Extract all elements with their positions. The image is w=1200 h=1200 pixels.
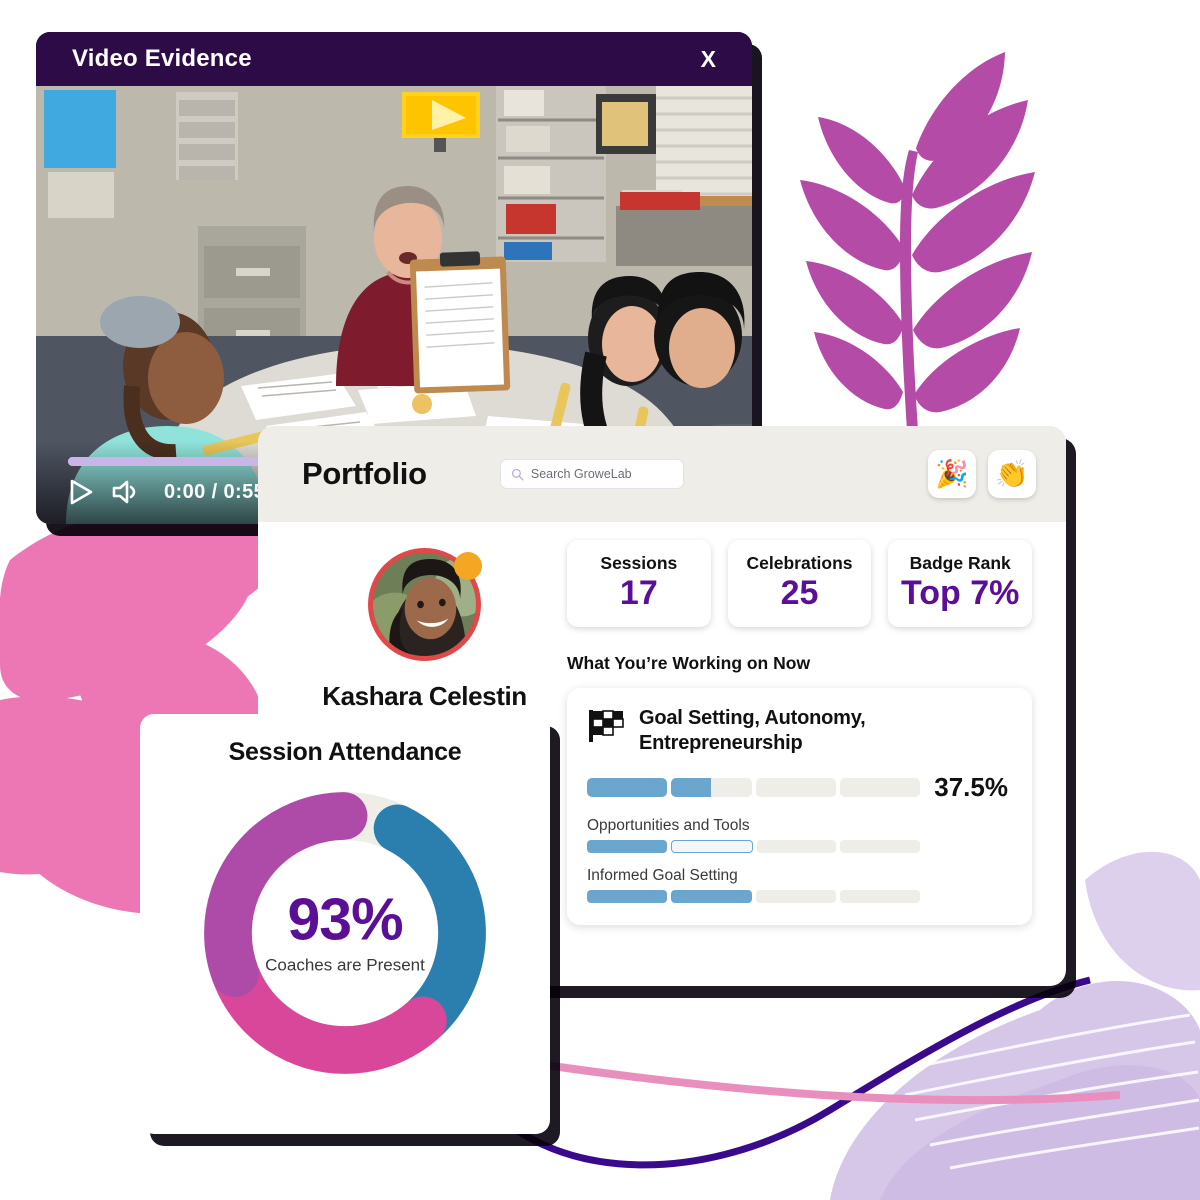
progress-segment — [587, 840, 667, 854]
working-on-now-heading: What You’re Working on Now — [567, 652, 811, 673]
stat-label: Celebrations — [746, 553, 853, 573]
play-icon[interactable] — [68, 478, 94, 506]
video-time-label: 0:00 / 0:55 — [164, 480, 266, 503]
stat-value: 25 — [780, 574, 819, 612]
progress-segment — [840, 840, 920, 854]
celebrate-button[interactable]: 🎉 — [928, 450, 976, 498]
stat-label: Badge Rank — [909, 553, 1011, 573]
close-icon[interactable]: X — [695, 44, 722, 75]
progress-segment — [839, 890, 920, 904]
video-modal-titlebar: Video Evidence X — [36, 32, 752, 86]
attendance-percent: 93% — [287, 886, 403, 953]
goal-progress-segments — [587, 778, 921, 798]
leaf-branch-decoration — [800, 52, 1035, 430]
stat-card-sessions[interactable]: Sessions 17 — [567, 540, 711, 627]
progress-segment — [587, 890, 668, 904]
applaud-button[interactable]: 👏 — [988, 450, 1036, 498]
attendance-caption: Coaches are Present — [265, 955, 425, 975]
goal-title: Goal Setting, Autonomy, Entrepreneurship — [639, 706, 866, 754]
progress-segment — [756, 840, 837, 854]
portfolio-header: Portfolio 🎉 👏 — [258, 426, 1066, 522]
progress-segment — [755, 778, 836, 798]
session-attendance-card: Session Attendance 93% Coaches are Prese… — [140, 714, 550, 1134]
search-icon — [511, 468, 524, 481]
checkered-flag-icon — [589, 709, 624, 742]
screenshot-root: Video Evidence X 0:00 / 0:55 Portfolio S… — [0, 0, 1200, 1200]
subgoal-progress-segments — [587, 840, 920, 854]
progress-segment — [671, 778, 752, 798]
portfolio-right-column: Sessions 17 Celebrations 25 Badge Rank T… — [567, 540, 1033, 926]
progress-segment — [839, 778, 921, 798]
page-title: Portfolio — [302, 456, 427, 491]
subgoal-label: Informed Goal Setting — [587, 867, 738, 885]
goal-percent-label: 37.5% — [934, 772, 1008, 803]
stat-value: 17 — [619, 574, 658, 612]
progress-segment — [670, 840, 753, 854]
search-box[interactable] — [499, 459, 684, 489]
stat-card-badge-rank[interactable]: Badge Rank Top 7% — [888, 540, 1033, 627]
avatar-badge — [454, 552, 482, 580]
header-action-buttons: 🎉 👏 — [928, 450, 1036, 498]
attendance-donut-chart: 93% Coaches are Present — [191, 779, 499, 1087]
search-input[interactable] — [530, 467, 673, 481]
progress-segment — [671, 890, 752, 904]
goal-progress-row: 37.5% — [587, 772, 1008, 803]
stat-label: Sessions — [600, 553, 678, 573]
stat-card-celebrations[interactable]: Celebrations 25 — [727, 540, 872, 627]
stat-value: Top 7% — [900, 574, 1020, 612]
goal-card[interactable]: Goal Setting, Autonomy, Entrepreneurship… — [567, 687, 1032, 926]
clipboard — [409, 251, 511, 394]
video-modal-title: Video Evidence — [72, 45, 252, 72]
progress-segment — [587, 778, 668, 798]
volume-icon[interactable] — [111, 478, 141, 506]
donut-center-label: 93% Coaches are Present — [255, 886, 435, 976]
avatar[interactable] — [368, 548, 482, 661]
subgoal-progress-segments — [587, 890, 920, 904]
attendance-title: Session Attendance — [228, 738, 462, 766]
progress-segment — [755, 890, 836, 904]
stats-row: Sessions 17 Celebrations 25 Badge Rank T… — [567, 540, 1033, 627]
subgoal-label: Opportunities and Tools — [587, 817, 750, 835]
profile-name: Kashara Celestin — [322, 681, 527, 711]
